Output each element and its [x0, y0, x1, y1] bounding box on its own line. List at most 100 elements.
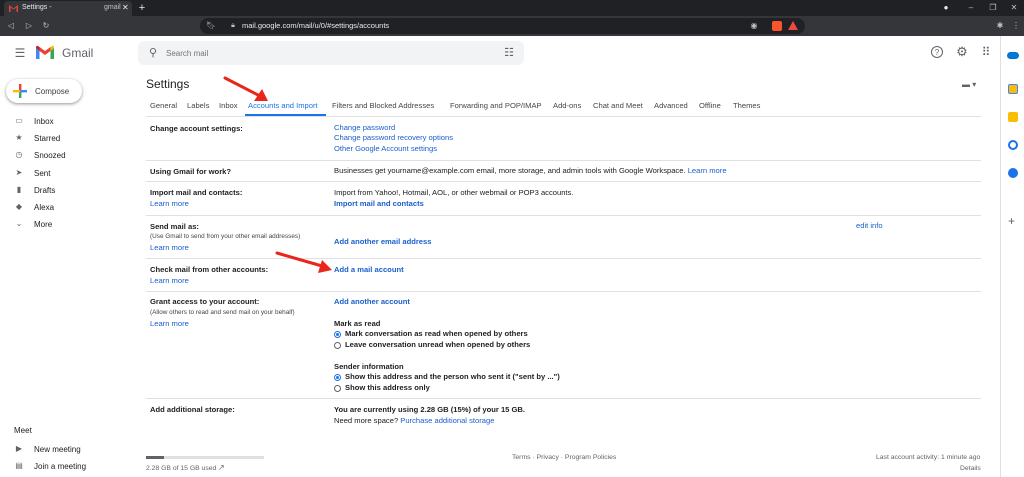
tab-filters-and-blocked-addresses[interactable]: Filters and Blocked Addresses	[332, 101, 434, 111]
close-tab-icon[interactable]: ✕	[122, 3, 129, 12]
keep-icon[interactable]	[1008, 112, 1018, 122]
url-text: mail.google.com/mail/u/0/#settings/accou…	[242, 21, 390, 30]
grant-learn-more-link[interactable]: Learn more	[150, 319, 189, 328]
main-menu-icon[interactable]: ☰	[13, 46, 27, 60]
apps-grid-icon[interactable]: ⠿	[979, 45, 993, 59]
footer-separator: ·	[532, 454, 535, 461]
menu-icon[interactable]: ⋮	[1010, 20, 1022, 32]
meet-title: Meet	[14, 426, 32, 435]
leave-unread-radio[interactable]	[334, 342, 341, 349]
back-icon[interactable]: ◁	[5, 20, 17, 32]
sidebar-item-starred[interactable]: ★ Starred	[0, 132, 130, 146]
inbox-icon: ▭	[15, 116, 23, 125]
mark-read-option[interactable]: Mark conversation as read when opened by…	[345, 329, 528, 339]
forward-icon[interactable]: ▷	[23, 20, 35, 32]
footer-links: Terms · Privacy · Program Policies	[512, 454, 616, 461]
brave-rewards-icon[interactable]	[788, 21, 798, 30]
sidebar-item-inbox[interactable]: ▭ Inbox	[0, 115, 130, 129]
details-link[interactable]: Details	[960, 465, 981, 472]
tab-add-ons[interactable]: Add-ons	[553, 101, 581, 111]
storage-usage-text: You are currently using 2.28 GB (15%) of…	[334, 405, 526, 414]
url-field[interactable]: 🔖︎ 🔒︎ mail.google.com/mail/u/0/#settings…	[200, 18, 805, 34]
page-title: Settings	[146, 77, 190, 91]
storage-meter	[146, 456, 264, 459]
search-input[interactable]	[166, 46, 496, 60]
add-another-account-button[interactable]: Add another account	[334, 297, 410, 307]
purchase-storage-link[interactable]: Purchase additional storage	[400, 416, 494, 425]
settings-gear-icon[interactable]: ⚙	[955, 45, 969, 59]
change-password-link[interactable]: Change password	[334, 123, 395, 133]
join-meeting-item[interactable]: ▤ Join a meeting	[0, 460, 130, 474]
label-icon: ◆	[15, 202, 23, 211]
sidebar-item-alexa[interactable]: ◆ Alexa	[0, 201, 130, 215]
browser-tab[interactable]: Settings - gmail ✕	[4, 1, 132, 16]
show-address-only-option[interactable]: Show this address only	[345, 383, 430, 393]
search-bar[interactable]: ⚲ ☷	[138, 41, 524, 65]
work-description: Businesses get yourname@example.com emai…	[334, 166, 686, 175]
check-mail-label: Check mail from other accounts:	[150, 265, 269, 274]
tab-themes[interactable]: Themes	[733, 101, 760, 111]
tab-general[interactable]: General	[150, 101, 177, 111]
contacts-icon[interactable]	[1008, 168, 1018, 178]
new-tab-icon[interactable]: +	[136, 2, 148, 14]
send-as-learn-more-link[interactable]: Learn more	[150, 243, 189, 252]
compose-plus-icon	[13, 84, 27, 98]
sidebar-item-drafts[interactable]: ▮ Drafts	[0, 184, 130, 198]
extensions-icon[interactable]: ✱	[994, 20, 1006, 32]
check-mail-learn-more-link[interactable]: Learn more	[150, 276, 189, 285]
tab-labels[interactable]: Labels	[187, 101, 209, 111]
sidebar-item-label: Drafts	[34, 186, 56, 195]
footer-separator: ·	[560, 454, 564, 461]
bookmark-icon[interactable]: 🔖︎	[205, 20, 217, 32]
new-meeting-label: New meeting	[34, 445, 81, 454]
eye-icon[interactable]: ◉	[748, 20, 760, 32]
gmail-logo-icon[interactable]	[35, 45, 55, 60]
new-meeting-item[interactable]: ▶︎ New meeting	[0, 443, 130, 457]
add-mail-account-button[interactable]: Add a mail account	[334, 265, 404, 275]
help-icon[interactable]: ?	[931, 46, 943, 58]
leave-unread-option[interactable]: Leave conversation unread when opened by…	[345, 340, 530, 350]
sidebar-item-sent[interactable]: ➤ Sent	[0, 167, 130, 181]
lock-icon: 🔒︎	[231, 22, 235, 29]
show-address-only-radio[interactable]	[334, 385, 341, 392]
sidebar-item-more[interactable]: ⌄ More	[0, 218, 130, 232]
tab-offline[interactable]: Offline	[699, 101, 721, 111]
mark-read-radio[interactable]	[334, 331, 341, 338]
import-learn-more-link[interactable]: Learn more	[150, 199, 189, 208]
terms-link[interactable]: Terms	[512, 454, 531, 461]
sidebar-item-label: More	[34, 220, 53, 229]
search-options-icon[interactable]: ☷	[502, 46, 516, 60]
program-policies-link[interactable]: Program Policies	[565, 454, 616, 461]
maximize-icon[interactable]: ❐	[987, 2, 999, 14]
show-sent-by-radio[interactable]	[334, 374, 341, 381]
reload-icon[interactable]: ↻	[40, 20, 52, 32]
tab-forwarding-and-pop-imap[interactable]: Forwarding and POP/IMAP	[450, 101, 542, 111]
chevron-down-icon: ⌄	[15, 219, 23, 228]
show-sent-by-option[interactable]: Show this address and the person who sen…	[345, 372, 560, 382]
add-email-address-button[interactable]: Add another email address	[334, 237, 431, 247]
video-camera-icon: ▶︎	[15, 444, 23, 453]
section-divider	[146, 181, 981, 182]
sidebar-item-snoozed[interactable]: ◷ Snoozed	[0, 149, 130, 163]
minimize-icon[interactable]: –	[965, 2, 977, 14]
section-divider	[146, 160, 981, 161]
onedrive-icon[interactable]	[1007, 52, 1019, 59]
tab-chat-and-meet[interactable]: Chat and Meet	[593, 101, 643, 111]
privacy-link[interactable]: Privacy	[537, 454, 559, 461]
manage-storage-icon[interactable]: ↗	[218, 463, 225, 472]
brave-shield-icon[interactable]	[772, 21, 782, 31]
edit-info-link[interactable]: edit info	[856, 221, 883, 230]
tasks-icon[interactable]	[1008, 140, 1018, 150]
calendar-icon[interactable]	[1008, 84, 1018, 94]
recovery-options-link[interactable]: Change password recovery options	[334, 133, 453, 143]
search-icon[interactable]: ⚲	[146, 46, 160, 60]
close-window-icon[interactable]: ✕	[1008, 2, 1020, 14]
work-learn-more-link[interactable]: Learn more	[688, 166, 727, 175]
import-mail-button[interactable]: Import mail and contacts	[334, 199, 424, 209]
add-panel-icon[interactable]: +	[1008, 214, 1015, 228]
tab-advanced[interactable]: Advanced	[654, 101, 688, 111]
input-tools-icon[interactable]: ▬ ▾	[962, 80, 976, 89]
profile-icon[interactable]: ●	[940, 2, 952, 14]
other-google-settings-link[interactable]: Other Google Account settings	[334, 144, 437, 154]
compose-button[interactable]: Compose	[6, 79, 82, 103]
